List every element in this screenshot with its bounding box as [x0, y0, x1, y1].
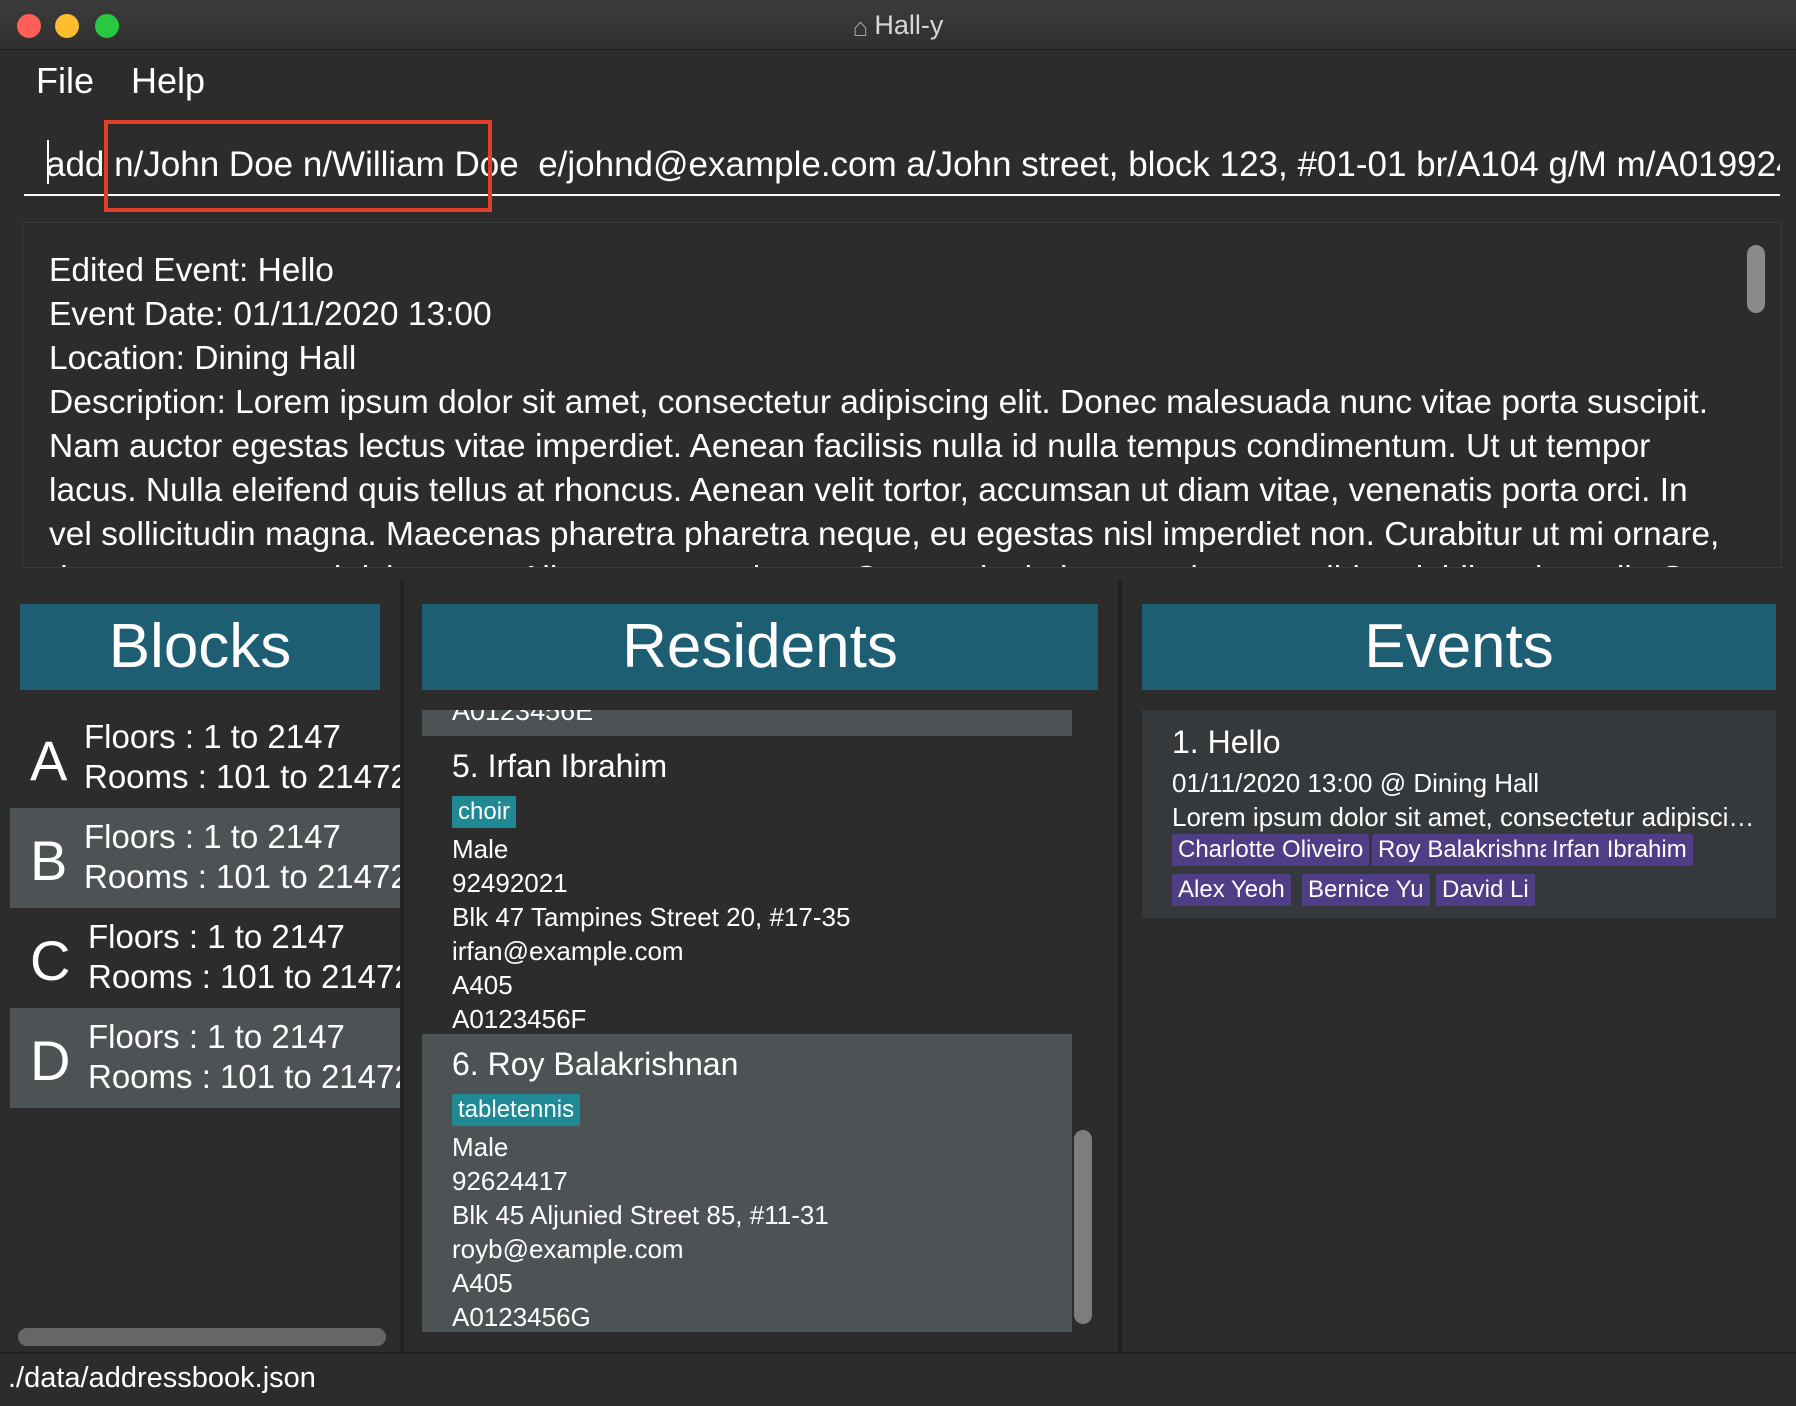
house-icon: ⌂	[852, 12, 869, 42]
blocks-panel: Blocks A Floors : 1 to 2147 Rooms : 101 …	[0, 580, 431, 1352]
events-panel: Events 1. Hello 01/11/2020 13:00 @ Dinin…	[1122, 580, 1796, 1352]
resident-matric: A0123456F	[452, 1004, 587, 1034]
lists-area: Blocks A Floors : 1 to 2147 Rooms : 101 …	[0, 580, 1796, 1352]
block-letter: C	[30, 929, 71, 992]
block-floors: Floors : 1 to 2147	[84, 818, 341, 855]
result-display-area: Edited Event: Hello Event Date: 01/11/20…	[0, 212, 1796, 580]
text-cursor	[47, 140, 49, 184]
resident-name: 6. Roy Balakrishnan	[452, 1046, 739, 1082]
event-description: Lorem ipsum dolor sit amet, consectetur …	[1172, 802, 1762, 832]
events-header: Events	[1142, 604, 1776, 690]
resident-email: royb@example.com	[452, 1234, 684, 1264]
block-letter: D	[30, 1029, 71, 1092]
resident-card-partial[interactable]: A0123456E	[422, 710, 1072, 736]
block-card-a[interactable]: A Floors : 1 to 2147 Rooms : 101 to 2147…	[10, 708, 427, 808]
result-line: Description: Lorem ipsum dolor sit amet,…	[49, 384, 1730, 567]
resident-phone: 92624417	[452, 1166, 568, 1196]
title-bar: ⌂ Hall-y	[0, 0, 1796, 50]
resident-matric: A0123456E	[452, 710, 594, 726]
resident-card[interactable]: 6. Roy Balakrishnan tabletennis Male 926…	[422, 1034, 1072, 1332]
result-scrollbar[interactable]	[1747, 245, 1765, 313]
menu-file[interactable]: File	[36, 60, 94, 102]
block-rooms: Rooms : 101 to 214720	[84, 758, 428, 795]
resident-card[interactable]: 5. Irfan Ibrahim choir Male 92492021 Blk…	[422, 736, 1072, 1034]
attendee-tag: David Li	[1436, 874, 1535, 906]
block-rooms: Rooms : 101 to 214720	[88, 958, 432, 995]
event-title: 1. Hello	[1172, 724, 1281, 760]
resident-tag: choir	[452, 796, 517, 828]
block-rooms: Rooms : 101 to 214720	[84, 858, 428, 895]
residents-list: A0123456E 5. Irfan Ibrahim choir Male 92…	[422, 710, 1072, 1332]
blocks-header: Blocks	[20, 604, 380, 690]
residents-panel: Residents A0123456E 5. Irfan Ibrahim cho…	[404, 580, 1118, 1352]
resident-email: irfan@example.com	[452, 936, 684, 966]
event-card[interactable]: 1. Hello 01/11/2020 13:00 @ Dining Hall …	[1142, 710, 1776, 918]
resident-tag: tabletennis	[452, 1094, 581, 1126]
residents-vertical-scrollbar[interactable]	[1074, 1130, 1092, 1324]
event-date-location: 01/11/2020 13:00 @ Dining Hall	[1172, 768, 1540, 798]
resident-room: A405	[452, 970, 513, 1000]
attendee-tag: Charlotte Oliveiro	[1172, 834, 1370, 866]
result-line: Edited Event: Hello	[49, 252, 334, 289]
block-floors: Floors : 1 to 2147	[88, 1018, 345, 1055]
resident-gender: Male	[452, 1132, 509, 1162]
block-letter: A	[30, 729, 68, 792]
block-card-b[interactable]: B Floors : 1 to 2147 Rooms : 101 to 2147…	[10, 808, 427, 908]
status-bar: ./data/addressbook.json	[0, 1352, 1796, 1406]
resident-phone: 92492021	[452, 868, 568, 898]
block-rooms: Rooms : 101 to 214720	[88, 1058, 432, 1095]
block-letter: B	[30, 829, 68, 892]
menu-bar: File Help	[0, 50, 1796, 116]
resident-address: Blk 47 Tampines Street 20, #17-35	[452, 902, 851, 932]
residents-header: Residents	[422, 604, 1098, 690]
result-text: Edited Event: Hello Event Date: 01/11/20…	[49, 249, 1739, 567]
window-title: Hall-y	[874, 10, 944, 40]
save-location-path: ./data/addressbook.json	[8, 1362, 316, 1394]
menu-help[interactable]: Help	[131, 60, 205, 102]
highlight-annotation	[104, 120, 492, 212]
resident-gender: Male	[452, 834, 509, 864]
block-floors: Floors : 1 to 2147	[88, 918, 345, 955]
result-display[interactable]: Edited Event: Hello Event Date: 01/11/20…	[22, 222, 1782, 568]
result-line: Location: Dining Hall	[49, 340, 357, 377]
block-card-c[interactable]: C Floors : 1 to 2147 Rooms : 101 to 2147…	[10, 908, 431, 1008]
block-card-d[interactable]: D Floors : 1 to 2147 Rooms : 101 to 2147…	[10, 1008, 431, 1108]
resident-name: 5. Irfan Ibrahim	[452, 748, 668, 784]
attendee-tag: Bernice Yu	[1302, 874, 1430, 906]
blocks-horizontal-scrollbar[interactable]	[18, 1328, 386, 1346]
resident-room: A405	[452, 1268, 513, 1298]
attendee-tag: Roy Balakrishnan	[1372, 834, 1573, 866]
resident-address: Blk 45 Aljunied Street 85, #11-31	[452, 1200, 829, 1230]
block-floors: Floors : 1 to 2147	[84, 718, 341, 755]
window-title-wrap: ⌂ Hall-y	[0, 10, 1796, 43]
attendee-tag: Irfan Ibrahim	[1546, 834, 1693, 866]
result-line: Event Date: 01/11/2020 13:00	[49, 296, 492, 333]
resident-matric: A0123456G	[452, 1302, 591, 1332]
attendee-tag: Alex Yeoh	[1172, 874, 1291, 906]
